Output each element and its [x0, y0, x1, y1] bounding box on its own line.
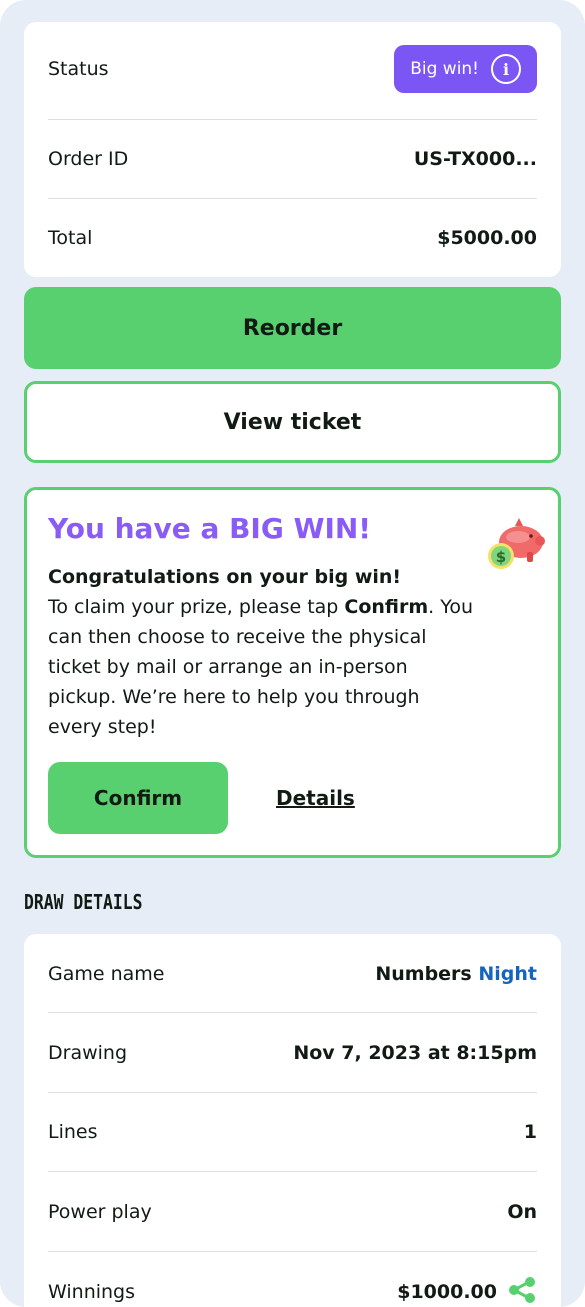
details-link[interactable]: Details	[276, 786, 355, 810]
game-name-label: Game name	[48, 963, 165, 985]
big-win-text-bold: Confirm	[344, 596, 429, 618]
winnings-label: Winnings	[48, 1281, 136, 1303]
total-label: Total	[48, 227, 93, 249]
status-badge[interactable]: Big win! i	[394, 45, 537, 93]
reorder-button[interactable]: Reorder	[24, 287, 561, 369]
status-label: Status	[48, 58, 109, 80]
big-win-headline: Congratulations on your big win!	[48, 566, 402, 588]
game-name-part-a: Numbers	[375, 963, 472, 985]
order-id-label: Order ID	[48, 148, 129, 170]
drawing-value: Nov 7, 2023 at 8:15pm	[293, 1042, 537, 1064]
big-win-text-before: To claim your prize, please tap	[48, 596, 345, 618]
big-win-title: You have a BIG WIN!	[48, 512, 372, 545]
power-play-label: Power play	[48, 1201, 152, 1223]
share-icon[interactable]	[507, 1276, 537, 1307]
winnings-value: $1000.00	[397, 1281, 497, 1303]
piggy-bank-icon: $	[485, 514, 547, 580]
divider	[48, 1092, 537, 1093]
order-id-row: Order ID US-TX000...	[48, 139, 537, 179]
confirm-button[interactable]: Confirm	[48, 762, 228, 834]
power-play-row: Power play On	[48, 1192, 537, 1232]
divider	[48, 1171, 537, 1172]
divider	[48, 198, 537, 199]
game-name-value: Numbers Night	[375, 963, 537, 985]
info-icon[interactable]: i	[491, 54, 521, 84]
winnings-value-wrap: $1000.00	[397, 1276, 537, 1307]
big-win-card: You have a BIG WIN! $ Congratulations on…	[24, 487, 561, 858]
svg-text:$: $	[496, 548, 506, 566]
order-id-value: US-TX000...	[413, 148, 537, 170]
drawing-label: Drawing	[48, 1042, 128, 1064]
total-row: Total $5000.00	[48, 218, 537, 258]
view-ticket-button[interactable]: View ticket	[24, 381, 561, 463]
draw-details-heading: DRAW DETAILS	[24, 890, 143, 914]
status-row: Status Big win! i	[48, 45, 537, 93]
lines-value: 1	[523, 1121, 537, 1143]
status-badge-text: Big win!	[410, 59, 479, 79]
divider	[48, 1251, 537, 1252]
order-summary-card: Status Big win! i Order ID US-TX000... T…	[24, 22, 561, 277]
app-screen: Status Big win! i Order ID US-TX000... T…	[0, 0, 585, 1307]
power-play-value: On	[507, 1201, 537, 1223]
divider	[48, 119, 537, 120]
drawing-row: Drawing Nov 7, 2023 at 8:15pm	[48, 1033, 537, 1073]
total-value: $5000.00	[437, 227, 537, 249]
game-name-row: Game name Numbers Night	[48, 954, 537, 994]
lines-row: Lines 1	[48, 1112, 537, 1152]
winnings-row: Winnings $1000.00	[48, 1272, 537, 1307]
draw-details-card: Game name Numbers Night Drawing Nov 7, 2…	[24, 934, 561, 1307]
game-name-part-b: Night	[478, 963, 537, 985]
big-win-message: Congratulations on your big win! To clai…	[48, 562, 478, 742]
lines-label: Lines	[48, 1121, 98, 1143]
divider	[48, 1012, 537, 1013]
